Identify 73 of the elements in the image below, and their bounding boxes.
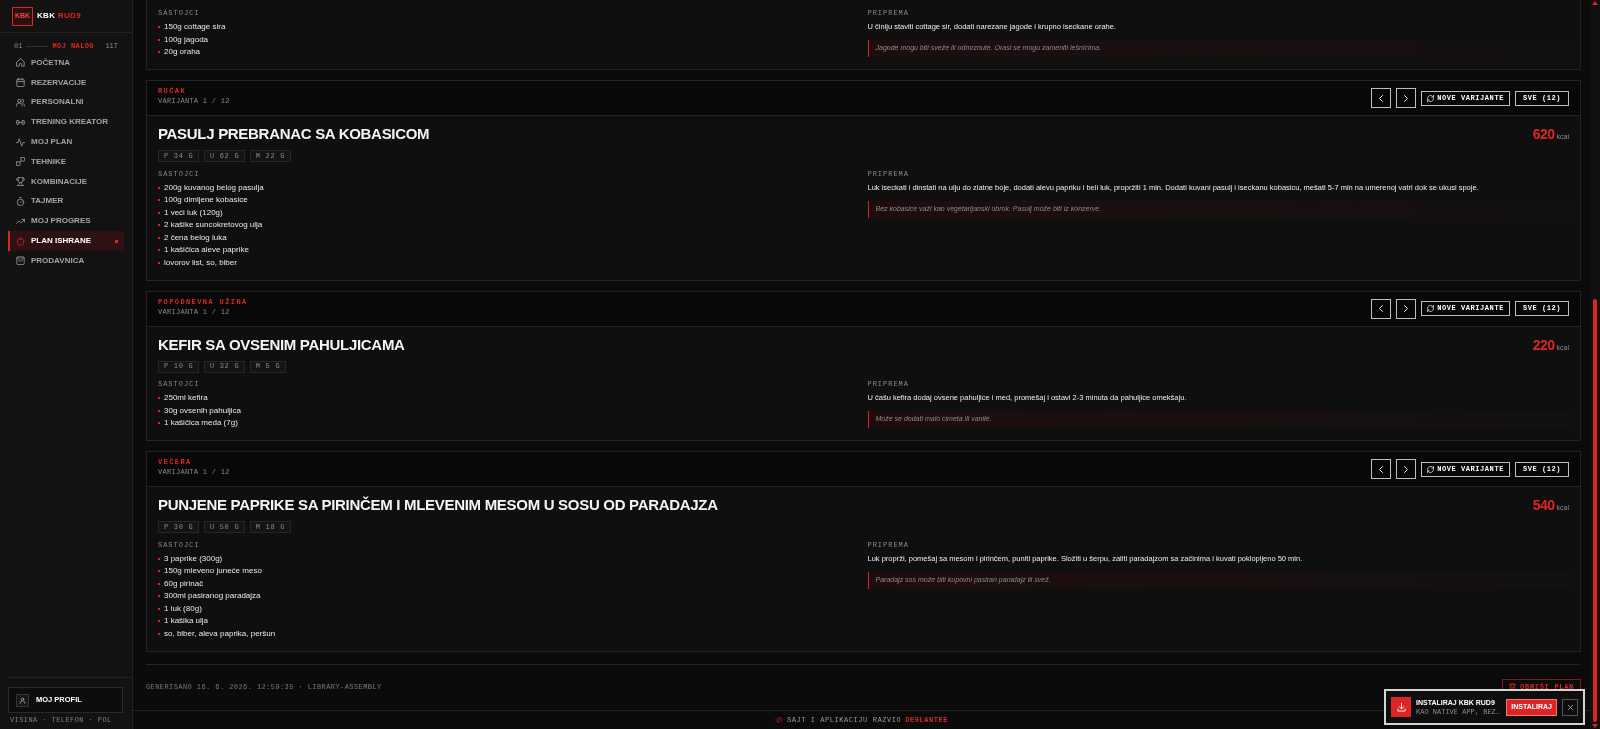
calendar-icon: [16, 78, 25, 88]
ingredient-item: 2 kašike suncokretovog ulja: [164, 219, 263, 232]
ingredient-item: 100g jagoda: [164, 33, 209, 46]
next-button[interactable]: [1396, 459, 1417, 479]
ingredient-item: 2 čena belog luka: [164, 231, 227, 244]
trash-icon: [1509, 683, 1517, 691]
next-button[interactable]: [1396, 88, 1417, 108]
sidebar-item[interactable]: PERSONALNI: [8, 92, 124, 113]
ingredient-item: 1 luk (80g): [164, 602, 202, 615]
avatar-icon: [16, 693, 29, 707]
chevron-right-icon: [1404, 94, 1409, 102]
scroll-down-button[interactable]: [1592, 724, 1598, 728]
chevron-right-icon: [1404, 305, 1409, 312]
close-button[interactable]: [1562, 698, 1578, 716]
ingredient-item: so, biber, aleva paprika, peršun: [164, 627, 276, 640]
scroll-up-button[interactable]: [1592, 1, 1598, 5]
users-icon: [16, 98, 25, 107]
trend-up-icon: [16, 216, 25, 226]
refresh-icon: [1427, 94, 1435, 102]
meal-title: KEFIR SA OVSENIM PAHULJICAMA: [158, 335, 405, 354]
pulse-icon: [16, 137, 25, 147]
ingredient-item: 300ml pasiranog paradajza: [164, 590, 261, 603]
close-icon: [1567, 704, 1573, 710]
sidebar-item[interactable]: TAJMER: [8, 191, 124, 212]
previous-button[interactable]: [1371, 459, 1392, 479]
linked-squares-icon: [16, 157, 25, 167]
ingredient-item: 20g oraha: [164, 46, 201, 59]
ingredient-item: 1 veći luk (120g): [164, 206, 223, 219]
chevron-left-icon: [1379, 465, 1384, 473]
home-icon: [16, 58, 25, 68]
chevron-left-icon: [1379, 305, 1384, 312]
ingredient-item: 30g ovsenih pahuljica: [164, 404, 241, 417]
sidebar-item[interactable]: MOJ PLAN: [8, 132, 124, 152]
ingredient-item: 1 kašičica aleve paprike: [164, 244, 249, 257]
shopping-bag-icon: [16, 256, 25, 266]
ingredient-item: 3 paprike (300g): [164, 552, 223, 565]
calorie-value: 540: [1532, 496, 1555, 514]
ingredient-item: 250ml kefira: [164, 392, 208, 405]
apple-icon: [16, 236, 25, 246]
sidebar-item[interactable]: MOJ PROGRES: [8, 211, 124, 232]
sidebar-item[interactable]: PRODAVNICA: [8, 250, 124, 271]
sidebar-item[interactable]: TEHNIKE: [8, 152, 124, 172]
refresh-icon: [1427, 305, 1435, 312]
stopwatch-icon: [16, 196, 25, 206]
chevron-right-icon: [1404, 465, 1409, 473]
sidebar-item[interactable]: REZERVACIJE: [8, 72, 124, 93]
calorie-value: 620: [1532, 125, 1555, 143]
previous-button[interactable]: [1371, 298, 1392, 319]
dumbbell-icon: [16, 117, 25, 127]
meal-title: PASULJ PREBRANAC SA KOBASICOM: [158, 125, 430, 143]
ingredient-item: 200g kuvanog belog pasulja: [164, 181, 264, 194]
logo-text: KBK RUD9: [37, 10, 81, 22]
sidebar-item[interactable]: TRENING KREATOR: [8, 112, 124, 133]
code-icon: [774, 717, 783, 723]
sidebar-item[interactable]: KOMBINACIJE: [8, 171, 124, 192]
ingredient-item: 150g mleveno juneće meso: [164, 565, 262, 578]
previous-button[interactable]: [1371, 88, 1392, 108]
ingredient-item: lovorov list, so, biber: [164, 256, 237, 269]
ingredient-item: 1 kašika ulja: [164, 615, 209, 628]
ingredient-item: 150g cottage sira: [164, 21, 226, 34]
download-icon: [1391, 697, 1411, 717]
chevron-left-icon: [1379, 94, 1384, 102]
meal-title: PUNJENE PAPRIKE SA PIRINČEM I MLEVENIM MESOM U SOSU OD PARADAJZA: [158, 496, 718, 514]
trophy-icon: [16, 177, 25, 187]
next-button[interactable]: [1396, 298, 1417, 319]
ingredient-item: 1 kašičica meda (7g): [164, 417, 238, 430]
sidebar-item[interactable]: PLAN ISHRANE: [8, 231, 124, 251]
ingredient-item: 60g pirinač: [164, 577, 204, 590]
calorie-value: 220: [1532, 335, 1555, 354]
scrollbar-thumb[interactable]: [1593, 299, 1597, 722]
sidebar-item[interactable]: POČETNA: [8, 53, 124, 73]
refresh-icon: [1427, 465, 1435, 473]
ingredient-item: 100g dimljene kobasice: [164, 194, 248, 207]
